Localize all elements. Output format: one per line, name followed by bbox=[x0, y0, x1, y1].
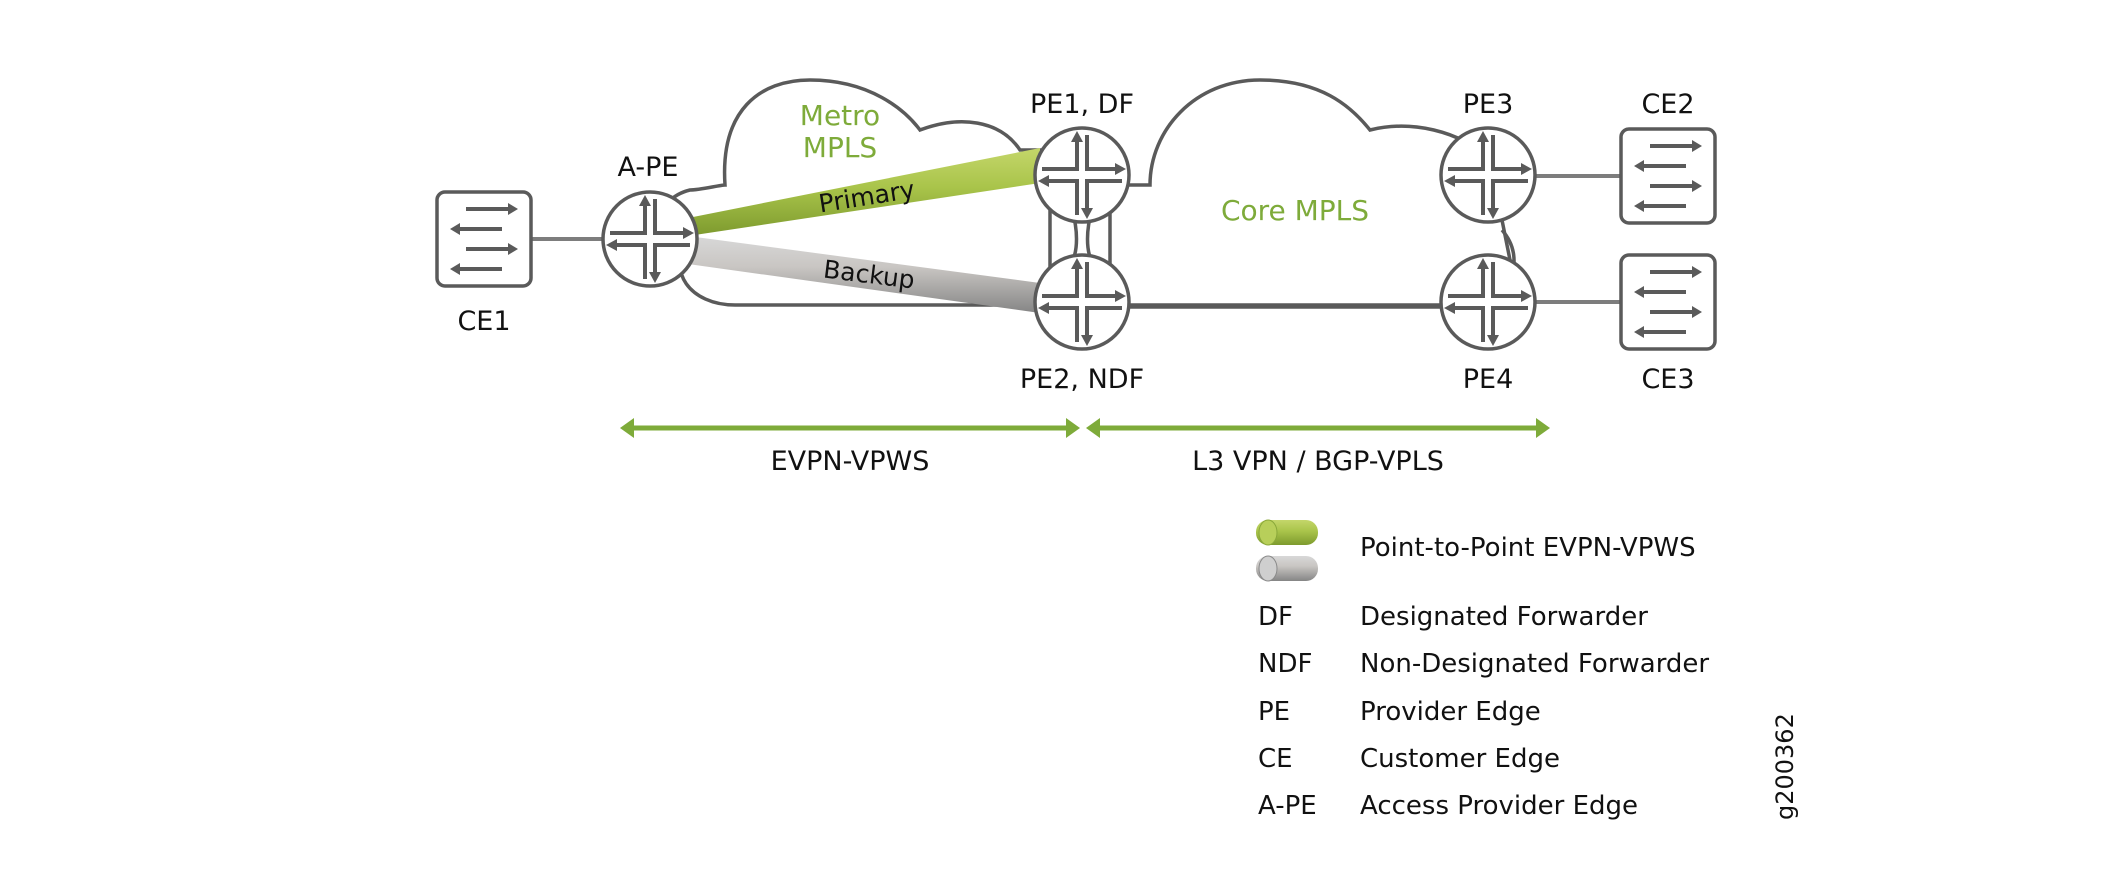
ape-router bbox=[601, 190, 699, 288]
pe4-label: PE4 bbox=[1463, 364, 1514, 395]
legend: Point-to-Point EVPN-VPWS DF Designated F… bbox=[1256, 519, 1709, 821]
l3vpn-bgp-vpls-span-arrow bbox=[1086, 418, 1550, 438]
ape-label: A-PE bbox=[618, 152, 679, 183]
l3vpn-bgp-vpls-span-label: L3 VPN / BGP-VPLS bbox=[1192, 446, 1444, 477]
legend-tube-label: Point-to-Point EVPN-VPWS bbox=[1360, 533, 1696, 563]
legend-desc: Designated Forwarder bbox=[1360, 602, 1648, 632]
legend-desc: Customer Edge bbox=[1360, 744, 1560, 774]
evpn-vpws-topology-diagram: Primary Backup Metro MPLS Core MPLS CE1 … bbox=[435, 78, 1799, 821]
metro-cloud-label-line2: MPLS bbox=[803, 131, 877, 164]
ce3-switch bbox=[1619, 253, 1717, 351]
legend-green-tube-icon bbox=[1256, 519, 1318, 546]
ce1-label: CE1 bbox=[457, 306, 510, 337]
legend-abbr: PE bbox=[1258, 697, 1290, 727]
evpn-vpws-span-label: EVPN-VPWS bbox=[771, 446, 930, 477]
pe4-router bbox=[1439, 253, 1537, 351]
ce3-label: CE3 bbox=[1641, 364, 1694, 395]
pe1-router bbox=[1033, 126, 1131, 224]
metro-cloud-label-line1: Metro bbox=[800, 99, 880, 132]
legend-gray-tube-icon bbox=[1256, 555, 1318, 582]
legend-abbr: DF bbox=[1258, 602, 1293, 632]
legend-abbr: A-PE bbox=[1258, 791, 1317, 821]
legend-abbr: NDF bbox=[1258, 649, 1312, 679]
ce2-label: CE2 bbox=[1641, 89, 1694, 120]
ce1-switch bbox=[435, 190, 533, 288]
ce2-switch bbox=[1619, 127, 1717, 225]
pe2-router bbox=[1033, 253, 1131, 351]
legend-desc: Provider Edge bbox=[1360, 697, 1541, 727]
figure-id: g200362 bbox=[1771, 713, 1799, 820]
pe3-label: PE3 bbox=[1463, 89, 1514, 120]
core-cloud-label: Core MPLS bbox=[1221, 194, 1369, 227]
legend-desc: Non-Designated Forwarder bbox=[1360, 649, 1709, 679]
pe3-router bbox=[1439, 126, 1537, 224]
pe1-label: PE1, DF bbox=[1030, 89, 1134, 120]
legend-abbr: CE bbox=[1258, 744, 1293, 774]
legend-desc: Access Provider Edge bbox=[1360, 791, 1638, 821]
pe2-label: PE2, NDF bbox=[1020, 364, 1144, 395]
evpn-vpws-span-arrow bbox=[620, 418, 1080, 438]
